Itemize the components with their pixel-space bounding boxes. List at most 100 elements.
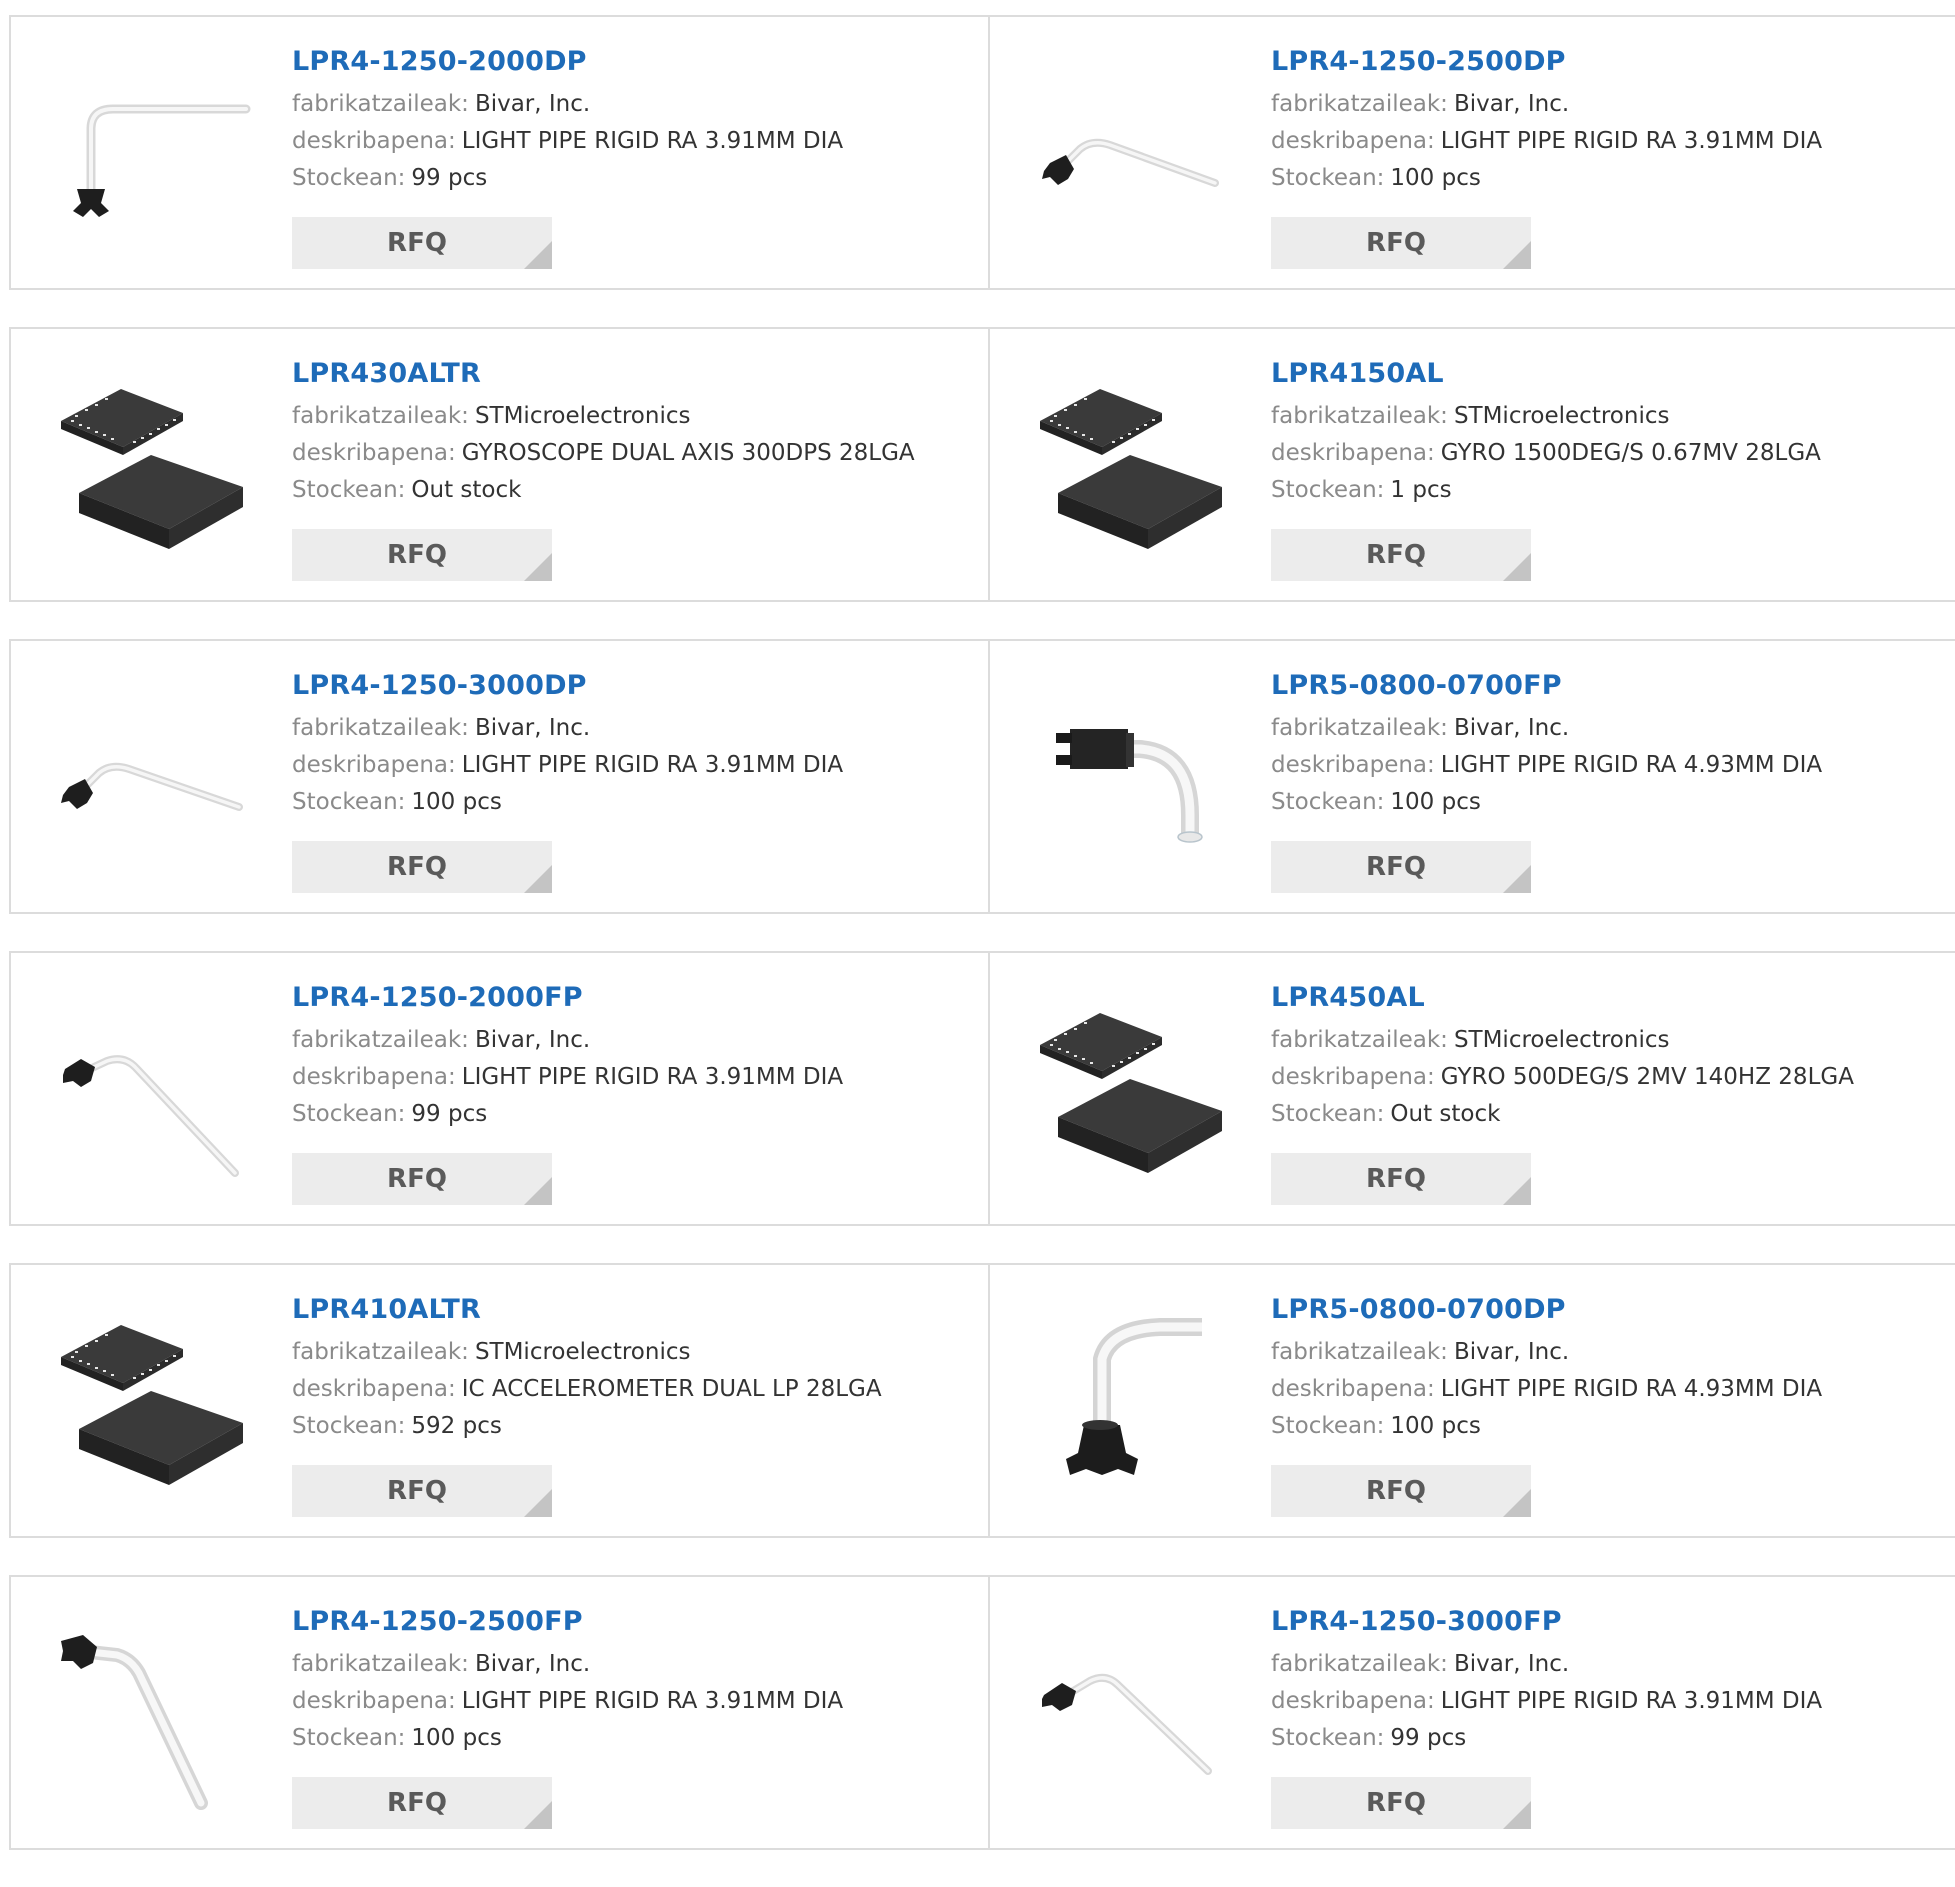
product-row: LPR4-1250-2000DP fabrikatzaileak: Bivar, … [9,15,1955,290]
manufacturer-label: fabrikatzaileak: [1271,715,1448,741]
product-card: LPR410ALTR fabrikatzaileak: STMicroelectr… [11,1265,988,1536]
stock-label: Stockean: [292,1101,406,1127]
description-value: GYRO 500DEG/S 2MV 140HZ 28LGA [1440,1064,1854,1090]
rfq-button[interactable]: RFQ [292,1153,552,1205]
stock-row: Stockean: 100 pcs [292,784,843,821]
description-row: deskribapena: GYRO 500DEG/S 2MV 140HZ 28L… [1271,1059,1854,1096]
stock-row: Stockean: 100 pcs [1271,784,1822,821]
description-value: GYROSCOPE DUAL AXIS 300DPS 28LGA [461,440,915,466]
product-image[interactable] [51,675,251,875]
stock-value: 99 pcs [411,1101,488,1127]
product-name-link[interactable]: LPR410ALTR [292,1293,882,1327]
description-value: LIGHT PIPE RIGID RA 4.93MM DIA [1440,752,1823,778]
stock-row: Stockean: 1 pcs [1271,472,1821,509]
manufacturer-value: Bivar, Inc. [474,1651,591,1677]
product-name-link[interactable]: LPR5-0800-0700DP [1271,1293,1822,1327]
description-row: deskribapena: LIGHT PIPE RIGID RA 3.91MM … [1271,123,1822,160]
stock-row: Stockean: 592 pcs [292,1408,882,1445]
rfq-button[interactable]: RFQ [1271,217,1531,269]
product-card: LPR4-1250-2500FP fabrikatzaileak: Bivar, … [11,1577,988,1848]
product-image[interactable] [51,987,251,1187]
manufacturer-label: fabrikatzaileak: [292,403,469,429]
product-image[interactable] [1030,675,1230,875]
stock-row: Stockean: Out stock [292,472,915,509]
rfq-button[interactable]: RFQ [292,1777,552,1829]
product-card: LPR4-1250-3000FP fabrikatzaileak: Bivar, … [988,1577,1955,1848]
rfq-label: RFQ [1366,1788,1426,1818]
product-row: LPR4-1250-2500FP fabrikatzaileak: Bivar, … [9,1575,1955,1850]
product-image[interactable] [1030,1299,1230,1499]
manufacturer-row: fabrikatzaileak: STMicroelectronics [292,398,915,435]
product-name-link[interactable]: LPR450AL [1271,981,1854,1015]
stock-label: Stockean: [1271,789,1385,815]
rfq-button[interactable]: RFQ [1271,1465,1531,1517]
rfq-button[interactable]: RFQ [292,1465,552,1517]
product-image[interactable] [51,363,251,563]
description-row: deskribapena: LIGHT PIPE RIGID RA 3.91MM … [292,1683,843,1720]
light-pipe-image [1056,729,1203,843]
corner-triangle-icon [1503,1489,1531,1517]
corner-triangle-icon [1503,865,1531,893]
stock-label: Stockean: [292,165,406,191]
product-image[interactable] [1030,987,1230,1187]
corner-triangle-icon [1503,241,1531,269]
rfq-label: RFQ [1366,228,1426,258]
product-image[interactable] [51,1611,251,1811]
description-value: LIGHT PIPE RIGID RA 3.91MM DIA [1440,128,1823,154]
rfq-button[interactable]: RFQ [292,841,552,893]
stock-value: 100 pcs [411,1725,502,1751]
product-row: LPR4-1250-3000DP fabrikatzaileak: Bivar, … [9,639,1955,914]
description-value: LIGHT PIPE RIGID RA 4.93MM DIA [1440,1376,1823,1402]
product-name-link[interactable]: LPR4-1250-3000DP [292,669,843,703]
corner-triangle-icon [524,1489,552,1517]
description-value: LIGHT PIPE RIGID RA 3.91MM DIA [1440,1688,1823,1714]
product-image[interactable] [51,1299,251,1499]
product-grid: LPR4-1250-2000DP fabrikatzaileak: Bivar, … [9,15,1955,1887]
description-label: deskribapena: [292,440,456,466]
manufacturer-label: fabrikatzaileak: [292,1339,469,1365]
rfq-button[interactable]: RFQ [292,217,552,269]
manufacturer-value: Bivar, Inc. [474,91,591,117]
manufacturer-row: fabrikatzaileak: Bivar, Inc. [1271,86,1822,123]
product-name-link[interactable]: LPR4-1250-3000FP [1271,1605,1822,1639]
light-pipe-image [63,1055,239,1177]
manufacturer-row: fabrikatzaileak: Bivar, Inc. [1271,1646,1822,1683]
rfq-button[interactable]: RFQ [1271,1777,1531,1829]
product-name-link[interactable]: LPR4-1250-2000DP [292,45,843,79]
corner-triangle-icon [1503,1801,1531,1829]
stock-label: Stockean: [292,1413,406,1439]
description-row: deskribapena: IC ACCELEROMETER DUAL LP 28… [292,1371,882,1408]
product-name-link[interactable]: LPR4-1250-2500DP [1271,45,1822,79]
product-name-link[interactable]: LPR430ALTR [292,357,915,391]
product-image[interactable] [1030,51,1230,251]
rfq-label: RFQ [1366,852,1426,882]
product-name-link[interactable]: LPR5-0800-0700FP [1271,669,1822,703]
description-row: deskribapena: LIGHT PIPE RIGID RA 3.91MM … [292,747,843,784]
corner-triangle-icon [524,1177,552,1205]
lga-chip-image [61,389,243,549]
rfq-label: RFQ [387,852,447,882]
manufacturer-row: fabrikatzaileak: Bivar, Inc. [292,710,843,747]
manufacturer-label: fabrikatzaileak: [1271,1339,1448,1365]
product-image[interactable] [1030,363,1230,563]
rfq-label: RFQ [387,1164,447,1194]
product-card: LPR4-1250-2500DP fabrikatzaileak: Bivar, … [988,17,1955,288]
manufacturer-row: fabrikatzaileak: Bivar, Inc. [292,86,843,123]
product-card: LPR5-0800-0700DP fabrikatzaileak: Bivar, … [988,1265,1955,1536]
product-image[interactable] [51,51,251,251]
product-name-link[interactable]: LPR4-1250-2000FP [292,981,843,1015]
stock-label: Stockean: [1271,165,1385,191]
rfq-button[interactable]: RFQ [1271,841,1531,893]
product-image[interactable] [1030,1611,1230,1811]
rfq-label: RFQ [1366,1476,1426,1506]
light-pipe-image [61,762,243,811]
product-name-link[interactable]: LPR4150AL [1271,357,1821,391]
rfq-button[interactable]: RFQ [1271,529,1531,581]
product-name-link[interactable]: LPR4-1250-2500FP [292,1605,843,1639]
rfq-button[interactable]: RFQ [292,529,552,581]
stock-label: Stockean: [292,1725,406,1751]
stock-value: 100 pcs [411,789,502,815]
description-label: deskribapena: [1271,1064,1435,1090]
rfq-button[interactable]: RFQ [1271,1153,1531,1205]
stock-value: 592 pcs [411,1413,502,1439]
